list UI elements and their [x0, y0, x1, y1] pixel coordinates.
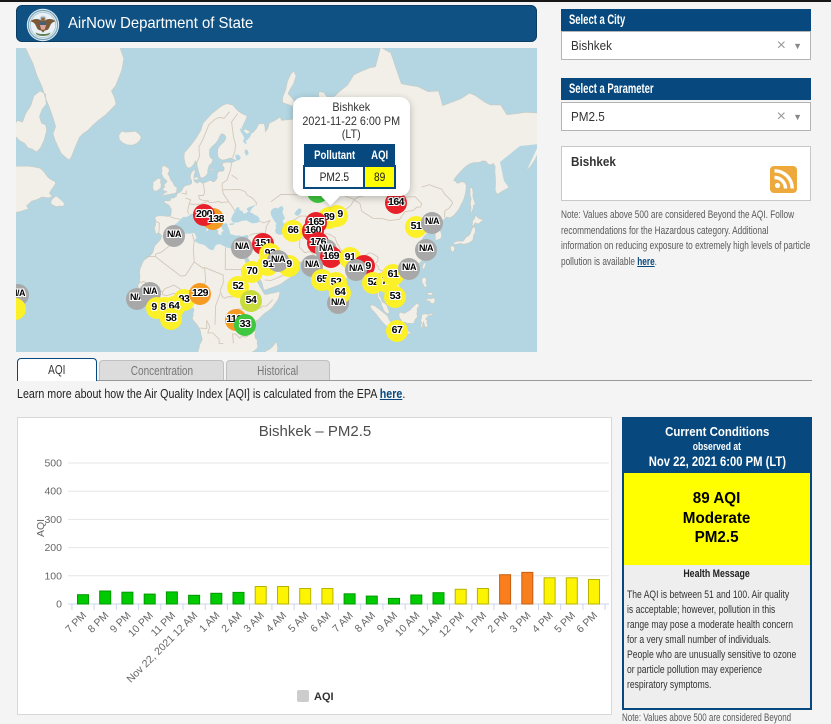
svg-text:100: 100: [44, 570, 62, 582]
svg-text:2 PM: 2 PM: [485, 610, 511, 636]
svg-text:8 PM: 8 PM: [86, 610, 112, 636]
svg-text:8 AM: 8 AM: [353, 610, 378, 635]
svg-text:6 PM: 6 PM: [574, 610, 600, 636]
svg-text:400: 400: [44, 486, 62, 498]
svg-text:AQI: AQI: [35, 519, 47, 537]
svg-text:3 PM: 3 PM: [508, 610, 534, 636]
svg-text:1 PM: 1 PM: [463, 610, 489, 636]
svg-text:200: 200: [44, 542, 62, 554]
svg-text:0: 0: [56, 599, 62, 611]
svg-text:300: 300: [44, 514, 62, 526]
svg-text:5 PM: 5 PM: [552, 610, 578, 636]
svg-text:Bishkek – PM2.5: Bishkek – PM2.5: [259, 423, 372, 440]
svg-text:2 AM: 2 AM: [219, 610, 244, 635]
svg-text:4 PM: 4 PM: [530, 610, 556, 636]
svg-text:6 AM: 6 AM: [308, 610, 333, 635]
svg-text:7 AM: 7 AM: [330, 610, 355, 635]
svg-text:5 AM: 5 AM: [286, 610, 311, 635]
svg-text:10 PM: 10 PM: [126, 610, 156, 640]
svg-text:1 AM: 1 AM: [197, 610, 222, 635]
svg-text:3 AM: 3 AM: [241, 610, 266, 635]
svg-text:4 AM: 4 AM: [264, 610, 289, 635]
svg-text:7 PM: 7 PM: [63, 610, 89, 636]
svg-text:12 PM: 12 PM: [437, 610, 467, 640]
svg-text:10 AM: 10 AM: [393, 610, 423, 640]
svg-text:AQI: AQI: [314, 691, 334, 703]
svg-text:500: 500: [44, 458, 62, 470]
